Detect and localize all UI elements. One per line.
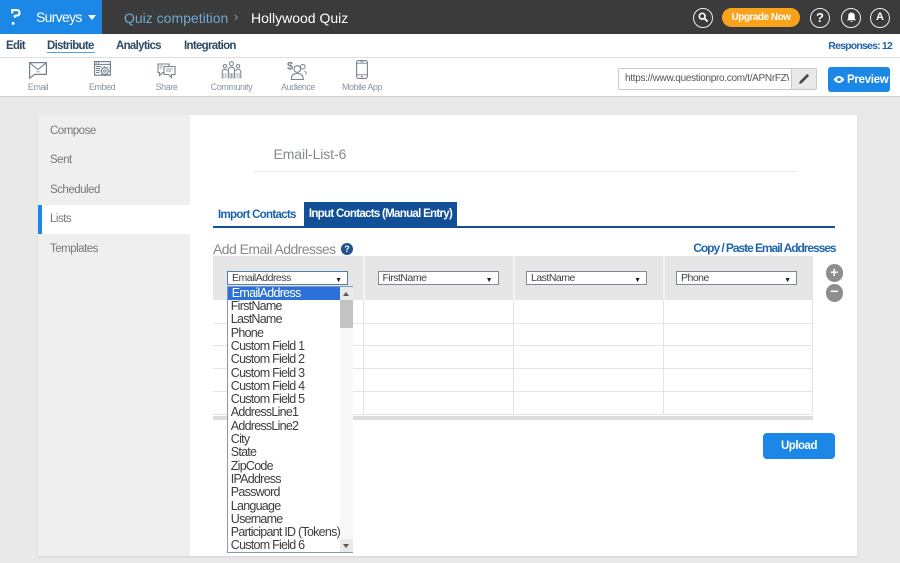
svg-text:$: $ bbox=[287, 61, 293, 73]
